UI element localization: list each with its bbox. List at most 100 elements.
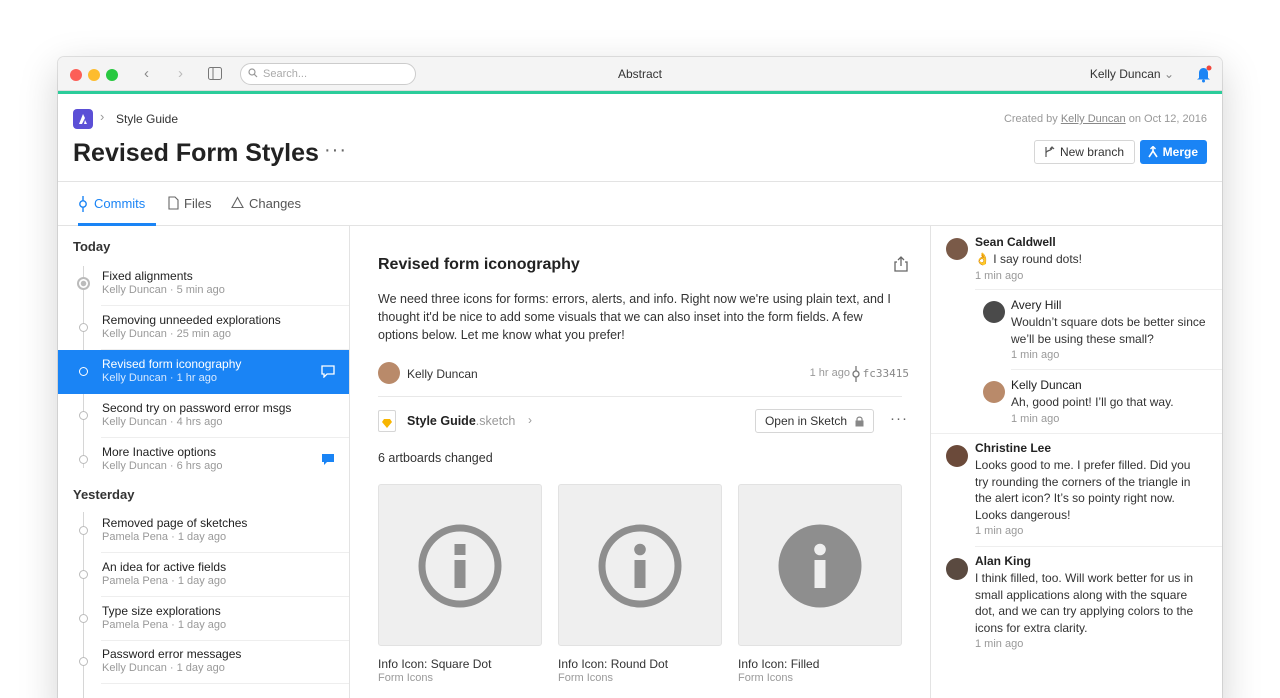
created-prefix: Created by	[1003, 113, 1058, 125]
tab-commits-label: Commits	[94, 196, 146, 211]
file-extension: .sketch	[475, 414, 516, 428]
divider	[931, 433, 1222, 434]
open-in-sketch-button[interactable]: Open in Sketch	[754, 409, 874, 433]
commit-item[interactable]: Removing unneeded explorations Kelly Dun…	[58, 306, 349, 350]
tab-files-label: Files	[184, 196, 212, 211]
new-branch-button[interactable]: New branch	[1033, 140, 1135, 164]
notification-bell-icon[interactable]	[1196, 65, 1212, 83]
share-icon[interactable]	[894, 256, 908, 272]
commit-meta: Kelly Duncan · 1 hr ago	[102, 372, 217, 384]
created-on: on Oct 12, 2016	[1128, 113, 1207, 125]
avatar	[946, 445, 968, 467]
divider	[1011, 369, 1222, 370]
commit-hash[interactable]: fc33415	[863, 367, 909, 380]
divider	[101, 683, 349, 684]
avatar	[946, 558, 968, 580]
user-menu[interactable]: Kelly Duncan ⌄	[1090, 67, 1174, 81]
commit-message: Removed page of sketches	[102, 516, 248, 530]
commit-time: 1 hr ago	[809, 367, 850, 379]
commit-item[interactable]: More Inactive options Kelly Duncan · 6 h…	[58, 438, 349, 482]
commit-meta: Kelly Duncan · 5 min ago	[102, 284, 225, 296]
merge-icon	[1147, 146, 1158, 158]
commit-meta: Kelly Duncan · 25 min ago	[102, 328, 232, 340]
artboard-name: Info Icon: Round Dot	[558, 657, 669, 671]
artboard-page: Form Icons	[738, 672, 794, 684]
open-in-sketch-label: Open in Sketch	[764, 414, 847, 428]
new-branch-label: New branch	[1059, 145, 1124, 159]
commit-item[interactable]: Second try on password error msgs Kelly …	[58, 394, 349, 438]
commit-item[interactable]: Password error messages Kelly Duncan · 1…	[58, 640, 349, 684]
commit-dot	[79, 411, 88, 420]
artboard-thumbnail[interactable]	[378, 484, 542, 646]
commit-meta: Kelly Duncan · 1 day ago	[102, 662, 225, 674]
abstract-logo-icon[interactable]	[73, 109, 93, 129]
avatar	[983, 301, 1005, 323]
comment-author[interactable]: Avery Hill	[1011, 298, 1211, 312]
commit-item[interactable]: Removed page of sketches Pamela Pena · 1…	[58, 509, 349, 553]
artboard-name: Info Icon: Filled	[738, 657, 820, 671]
comment-author[interactable]: Christine Lee	[975, 441, 1207, 455]
breadcrumb-chevron-icon: ›	[100, 109, 105, 124]
tab-changes[interactable]: Changes	[231, 182, 301, 226]
comment-author[interactable]: Kelly Duncan	[1011, 378, 1211, 392]
title-bar: ‹ › Search... Abstract Kelly Duncan ⌄	[58, 57, 1222, 91]
commit-item-selected[interactable]: Revised form iconography Kelly Duncan · …	[58, 350, 349, 394]
comment-text: Looks good to me. I prefer filled. Did y…	[975, 458, 1191, 522]
comment-author[interactable]: Sean Caldwell	[975, 235, 1205, 249]
sketch-diamond-icon	[382, 419, 392, 428]
created-by-link[interactable]: Kelly Duncan	[1061, 113, 1126, 125]
breadcrumb[interactable]: Style Guide	[116, 112, 178, 126]
comment-reply: Avery Hill Wouldn’t square dots be bette…	[1011, 298, 1211, 361]
artboard-name: Info Icon: Square Dot	[378, 657, 492, 671]
commit-dot	[79, 323, 88, 332]
user-name: Kelly Duncan	[1089, 67, 1161, 81]
branch-icon	[1045, 146, 1055, 157]
commit-message: Password error messages	[102, 647, 242, 661]
artboard-thumbnail[interactable]	[558, 484, 722, 646]
comment-text: Ah, good point! I’ll go that way.	[1011, 395, 1174, 409]
file-name[interactable]: Style Guide.sketch	[407, 414, 515, 428]
tab-bar: Commits Files Changes	[58, 182, 1222, 226]
file-name-base: Style Guide	[407, 414, 476, 428]
commit-meta: Pamela Pena · 1 day ago	[102, 619, 227, 631]
commit-dot	[79, 455, 88, 464]
comment-text: I think filled, too. Will work better fo…	[975, 571, 1194, 635]
commit-item[interactable]: Fixed alignments Kelly Duncan · 5 min ag…	[58, 262, 349, 306]
commit-item[interactable]: An idea for active fields Pamela Pena · …	[58, 553, 349, 597]
commit-dot	[79, 657, 88, 666]
tab-changes-label: Changes	[249, 196, 302, 211]
file-more-options-icon[interactable]: ···	[890, 410, 908, 427]
tab-files[interactable]: Files	[168, 182, 211, 226]
page-title: Revised Form Styles	[73, 139, 319, 167]
file-icon	[168, 196, 179, 210]
commit-item[interactable]: Type size explorations Pamela Pena · 1 d…	[58, 597, 349, 641]
lock-icon	[855, 416, 864, 427]
avatar	[983, 381, 1005, 403]
comment-author[interactable]: Alan King	[975, 554, 1207, 568]
info-square-dot-icon	[418, 524, 502, 608]
comment-filled-icon[interactable]	[321, 453, 335, 466]
info-filled-icon	[778, 524, 862, 608]
commit-message: Revised form iconography	[102, 357, 242, 371]
comment: Sean Caldwell 👌 I say round dots! 1 min …	[975, 235, 1205, 282]
commit-meta: Pamela Pena · 1 day ago	[102, 575, 227, 587]
triangle-icon	[231, 196, 244, 209]
tab-commits[interactable]: Commits	[78, 182, 156, 226]
comment-icon[interactable]	[321, 365, 335, 378]
comment-text: Wouldn’t square dots be better since we’…	[1011, 315, 1206, 346]
more-options-icon[interactable]: ···	[324, 139, 347, 162]
chevron-down-icon: ⌄	[1163, 67, 1174, 81]
chevron-right-icon: ›	[528, 413, 532, 427]
avatar	[378, 362, 400, 384]
commit-message: More Inactive options	[102, 445, 217, 459]
merge-label: Merge	[1162, 145, 1198, 159]
commit-meta: Kelly Duncan · 6 hrs ago	[102, 460, 223, 472]
commit-description: We need three icons for forms: errors, a…	[378, 292, 891, 342]
comments-panel: Sean Caldwell 👌 I say round dots! 1 min …	[930, 226, 1222, 698]
comment-time: 1 min ago	[1011, 412, 1060, 425]
commit-meta: Pamela Pena · 1 day ago	[102, 531, 227, 543]
merge-button[interactable]: Merge	[1139, 140, 1207, 164]
artboard-thumbnail[interactable]	[738, 484, 902, 646]
commit-list: Today Fixed alignments Kelly Duncan · 5 …	[58, 226, 350, 698]
comment-time: 1 min ago	[975, 269, 1024, 282]
